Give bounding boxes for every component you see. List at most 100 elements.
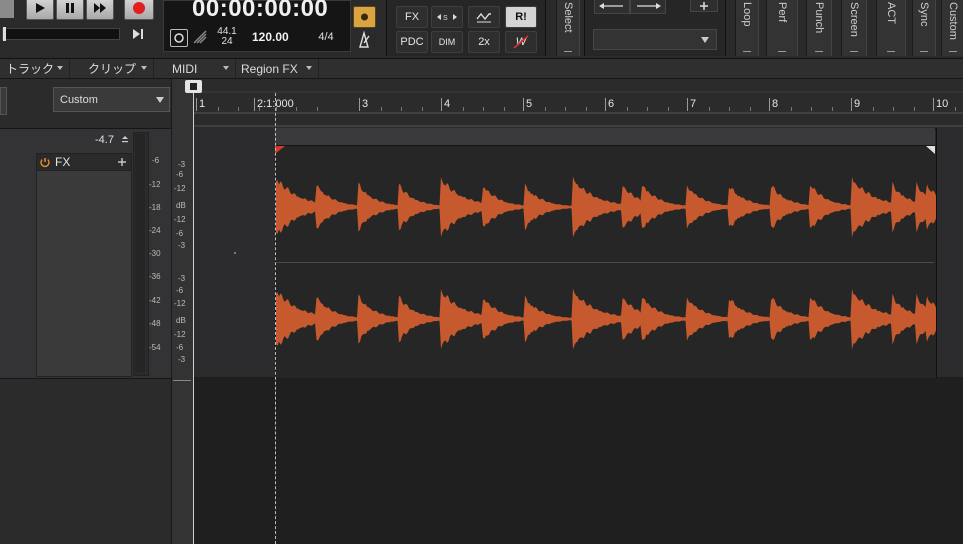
edit-preset-dropdown[interactable] [593, 29, 717, 50]
tempo-value[interactable]: 120.00 [252, 30, 289, 44]
tab-label: Custom [947, 2, 959, 40]
record-button[interactable] [124, 0, 154, 20]
ruler-tick [605, 98, 606, 111]
menu-label: Region FX [241, 61, 298, 76]
track-pane-toolbar-button[interactable] [0, 87, 7, 115]
ruler-label: 5 [526, 98, 533, 110]
nudge-right-button[interactable] [630, 0, 666, 14]
chevron-down-icon [141, 66, 147, 70]
chevron-down-icon [306, 66, 312, 70]
strip-divider [173, 380, 191, 381]
add-fx-icon[interactable] [117, 157, 127, 167]
add-marker-button[interactable] [690, 0, 718, 12]
now-time-slider[interactable] [2, 27, 120, 41]
ruler-label: 9 [854, 98, 861, 110]
clip-scale-label: -12 [174, 184, 186, 193]
ruler-subtick [217, 107, 219, 111]
two-x-button[interactable]: 2x [468, 31, 500, 53]
waveform-channel [276, 176, 936, 238]
timecode-display[interactable]: 00:00:00:00 [192, 0, 328, 23]
tab-custom[interactable]: Custom [941, 0, 963, 56]
view-preset-dropdown[interactable]: Custom [53, 87, 170, 112]
meter-scale-label: -54 [149, 343, 161, 352]
meter-scale-label: -24 [149, 226, 161, 235]
meter-scale-label: -18 [149, 203, 161, 212]
tab-loop[interactable]: Loop [735, 0, 759, 56]
fx-bin[interactable]: FX [36, 153, 132, 377]
ruler-subtick [380, 107, 382, 111]
write-disable-button[interactable]: W [505, 31, 537, 53]
go-to-end-icon[interactable] [130, 27, 146, 41]
clip-scale-label: -6 [176, 229, 184, 238]
power-icon[interactable] [39, 156, 51, 168]
menu-region-fx[interactable]: Region FX [237, 59, 319, 78]
empty-track-area[interactable] [193, 378, 963, 544]
tab-notch [815, 51, 823, 52]
fx-bypass-button[interactable]: FX [396, 6, 428, 28]
now-time-line [193, 93, 194, 544]
chevron-down-icon [223, 66, 229, 70]
ruler-subtick [401, 107, 402, 111]
automation-icon [476, 12, 491, 23]
ruler-subtick [585, 107, 587, 111]
fast-forward-button[interactable] [86, 0, 114, 20]
tab-notch [920, 51, 928, 52]
menu-clip[interactable]: クリップ [71, 59, 154, 78]
metronome-off-icon[interactable] [191, 28, 209, 46]
menu-midi[interactable]: MIDI [155, 59, 236, 78]
menu-label: クリップ [88, 62, 137, 76]
chevron-down-icon [156, 97, 164, 103]
ruler-subtick [913, 107, 915, 111]
tab-act[interactable]: ACT [876, 0, 906, 56]
time-signature[interactable]: 4/4 [314, 32, 338, 43]
tab-label: Punch [813, 2, 825, 34]
slider-thumb[interactable] [3, 27, 6, 41]
automation-snapshot-button[interactable] [468, 6, 500, 28]
ruler-subtick [483, 107, 484, 111]
play-button[interactable] [26, 0, 54, 20]
pause-button[interactable] [56, 0, 84, 20]
clip-scale-label: -3 [178, 355, 186, 364]
ruler-tick [359, 98, 360, 111]
track-meter-fill [135, 134, 145, 372]
clip-header[interactable] [275, 128, 935, 146]
ruler-subtick [296, 107, 297, 111]
fx-label: FX [55, 155, 71, 169]
click-toggle-button[interactable] [353, 6, 376, 28]
ruler-tick [254, 98, 255, 111]
now-marker-handle[interactable] [185, 80, 202, 93]
ruler-subtick [503, 107, 505, 111]
tab-punch[interactable]: Punch [806, 0, 832, 56]
track-view-menu-bar: トラック クリップ MIDI Region FX [0, 59, 963, 79]
click-dot-icon [361, 13, 368, 21]
loop-sync-icon[interactable] [170, 29, 188, 47]
pdc-button[interactable]: PDC [396, 31, 428, 53]
nudge-left-button[interactable] [594, 0, 630, 14]
clip-scale-label: -6 [176, 343, 184, 352]
dim-button[interactable]: DIM [431, 31, 463, 53]
solo-override-button[interactable]: S [431, 6, 463, 28]
ruler-tick [523, 98, 524, 111]
selection-start-line [275, 93, 276, 544]
metronome-icon[interactable] [354, 30, 374, 50]
menu-track[interactable]: トラック [0, 59, 70, 78]
ruler-subtick [708, 107, 710, 111]
tab-sync[interactable]: Sync [912, 0, 936, 56]
clip-scale-label: -6 [176, 170, 184, 179]
volume-spin-icon[interactable] [121, 135, 129, 145]
tab-select[interactable]: Select [556, 0, 580, 56]
clip-scale-strip [171, 79, 195, 544]
ruler-subtick [954, 107, 956, 111]
ruler-ticks: 1 2:1:000 3 4 5 6 7 8 9 10 [193, 79, 963, 128]
volume-value[interactable]: -4.7 [95, 134, 114, 146]
tab-label: ACT [885, 2, 897, 24]
read-all-button[interactable]: R! [505, 6, 537, 28]
svg-text:S: S [443, 15, 448, 22]
tab-screen[interactable]: Screen [841, 0, 867, 56]
ruler-label: 3 [362, 98, 369, 110]
clip-scale-label: -3 [178, 160, 186, 169]
fast-forward-icon [94, 3, 106, 13]
ruler-subtick [647, 107, 648, 111]
ruler-label: 4 [444, 98, 451, 110]
tab-perf[interactable]: Perf [766, 0, 798, 56]
